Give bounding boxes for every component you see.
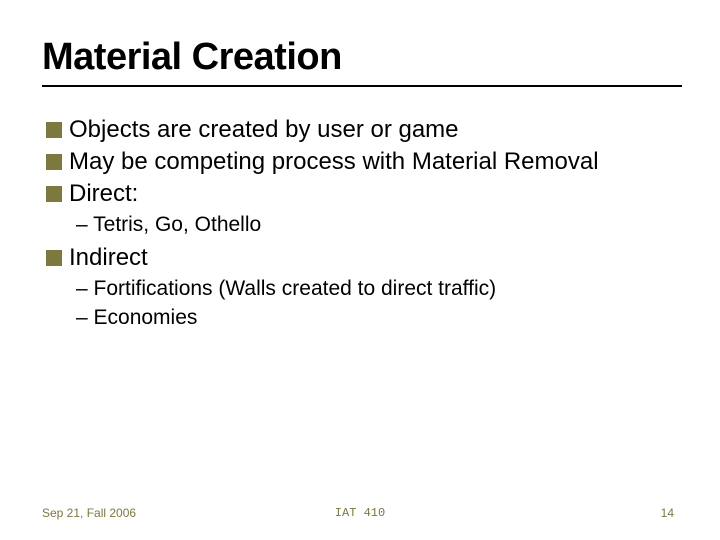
square-bullet-icon: [46, 154, 62, 170]
footer-date: Sep 21, Fall 2006: [42, 506, 136, 520]
sub-bullet-text: – Fortifications (Walls created to direc…: [76, 275, 678, 303]
bullet-item: Objects are created by user or game: [46, 115, 678, 145]
bullet-text: May be competing process with Material R…: [69, 147, 599, 177]
sub-bullet-text: – Economies: [76, 304, 678, 332]
bullet-item: Indirect: [46, 243, 678, 273]
slide: Material Creation Objects are created by…: [0, 0, 720, 540]
bullet-text: Direct:: [69, 179, 138, 209]
sub-bullet-text: – Tetris, Go, Othello: [76, 211, 678, 239]
bullet-text: Indirect: [69, 243, 148, 273]
title-underline: [42, 85, 682, 87]
sub-bullet-group: – Fortifications (Walls created to direc…: [46, 275, 678, 332]
sub-bullet-group: – Tetris, Go, Othello: [46, 211, 678, 239]
bullet-item: May be competing process with Material R…: [46, 147, 678, 177]
square-bullet-icon: [46, 186, 62, 202]
content-area: Objects are created by user or game May …: [42, 115, 678, 332]
bullet-text: Objects are created by user or game: [69, 115, 459, 145]
footer-page-number: 14: [661, 506, 674, 520]
slide-footer: Sep 21, Fall 2006 IAT 410 14: [0, 506, 720, 520]
slide-title: Material Creation: [42, 36, 678, 79]
bullet-item: Direct:: [46, 179, 678, 209]
square-bullet-icon: [46, 250, 62, 266]
square-bullet-icon: [46, 122, 62, 138]
footer-course: IAT 410: [335, 506, 385, 520]
